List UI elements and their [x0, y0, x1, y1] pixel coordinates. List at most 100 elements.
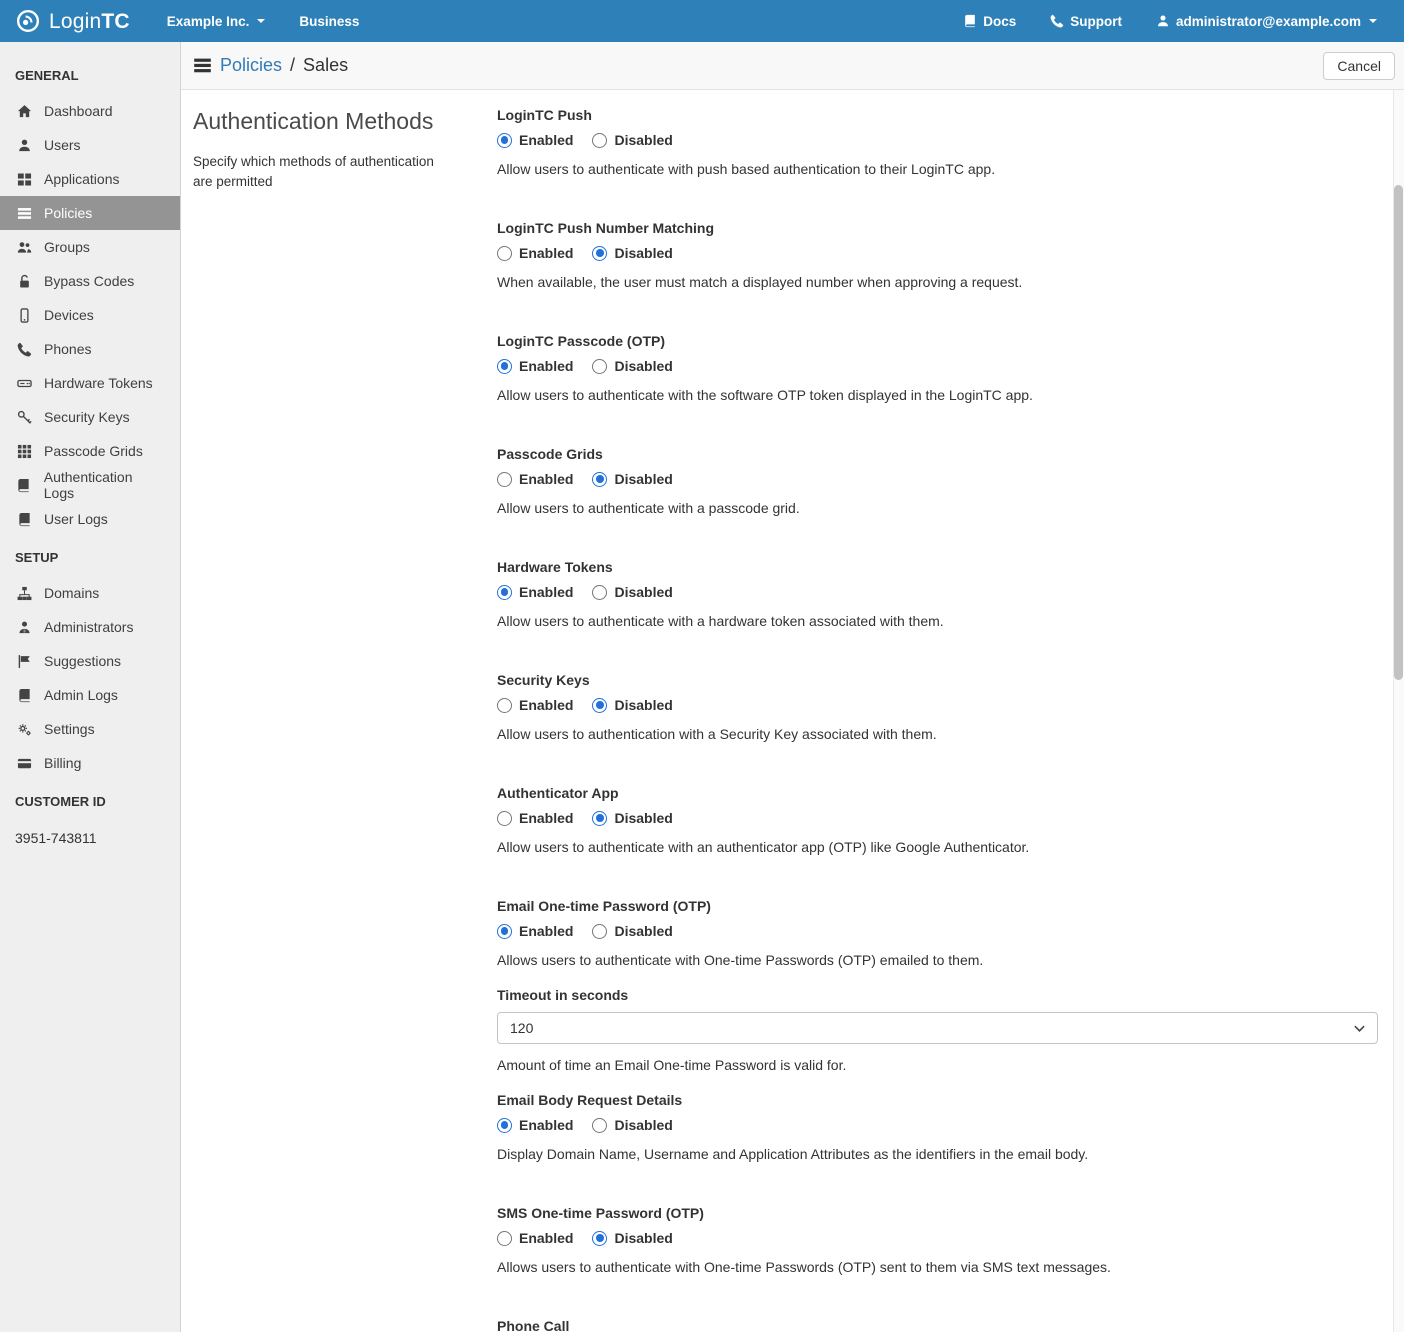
- radio-hardware-tokens-disabled[interactable]: Disabled: [592, 584, 672, 600]
- apps-grid-icon: [15, 172, 33, 187]
- policy-email-one-time-password-otp: Email One-time Password (OTP)EnabledDisa…: [497, 898, 1378, 971]
- account-menu[interactable]: administrator@example.com: [1139, 0, 1394, 42]
- radio-logintc-push-disabled[interactable]: Disabled: [592, 132, 672, 148]
- sidebar-item-label: Devices: [44, 307, 94, 323]
- book-icon: [15, 512, 33, 527]
- policy-label: LoginTC Passcode (OTP): [497, 333, 1378, 349]
- scrollbar-thumb[interactable]: [1394, 185, 1403, 680]
- radio-logintc-push-number-matching-disabled[interactable]: Disabled: [592, 245, 672, 261]
- radio-email-body-request-details-disabled[interactable]: Disabled: [592, 1117, 672, 1133]
- sidebar: GENERAL Dashboard UsersApplications Policie…: [0, 42, 181, 1332]
- page-header: Policies / Sales Cancel: [181, 42, 1404, 90]
- radio-email-body-request-details-enabled[interactable]: Enabled: [497, 1117, 573, 1133]
- radio-email-one-time-password-otp-enabled[interactable]: Enabled: [497, 923, 573, 939]
- radio-passcode-grids-enabled[interactable]: Enabled: [497, 471, 573, 487]
- sidebar-item-applications[interactable]: Applications: [0, 162, 180, 196]
- sidebar-item-label: Security Keys: [44, 409, 130, 425]
- sidebar-item-phones[interactable]: Phones: [0, 332, 180, 366]
- sidebar-item-security-keys[interactable]: Security Keys: [0, 400, 180, 434]
- sidebar-item-groups[interactable]: Groups: [0, 230, 180, 264]
- policy-help-text: Allow users to authenticate with push ba…: [497, 159, 1378, 180]
- caret-down-icon: [257, 19, 265, 23]
- sidebar-item-label: Admin Logs: [44, 687, 118, 703]
- nav-docs[interactable]: Docs: [946, 0, 1033, 42]
- brand-text: LoginTC: [49, 11, 130, 32]
- sidebar-item-label: Dashboard: [44, 103, 113, 119]
- radio-circle: [592, 585, 607, 600]
- radio-option-label: Disabled: [614, 810, 672, 826]
- sidebar-item-settings[interactable]: Settings: [0, 712, 180, 746]
- nav-support[interactable]: Support: [1033, 0, 1139, 42]
- sidebar-item-label: Suggestions: [44, 653, 121, 669]
- mobile-icon: [15, 308, 33, 323]
- radio-group-email-one-time-password-otp: Enabled Disabled: [497, 923, 1378, 939]
- radio-option-label: Enabled: [519, 1117, 573, 1133]
- radio-authenticator-app-enabled[interactable]: Enabled: [497, 810, 573, 826]
- radio-option-label: Disabled: [614, 1117, 672, 1133]
- cancel-button[interactable]: Cancel: [1323, 52, 1395, 80]
- sidebar-item-admin-logs[interactable]: Admin Logs: [0, 678, 180, 712]
- sidebar-section-header: GENERAL: [0, 54, 180, 94]
- radio-security-keys-disabled[interactable]: Disabled: [592, 697, 672, 713]
- radio-group-email-body-request-details: Enabled Disabled: [497, 1117, 1378, 1133]
- policy-help-text: Allow users to authentication with a Sec…: [497, 724, 1378, 745]
- radio-group-security-keys: Enabled Disabled: [497, 697, 1378, 713]
- radio-authenticator-app-disabled[interactable]: Disabled: [592, 810, 672, 826]
- radio-circle: [592, 698, 607, 713]
- hardware-token-icon: [15, 376, 33, 391]
- sidebar-item-billing[interactable]: Billing: [0, 746, 180, 780]
- sidebar-item-hardware-tokens[interactable]: Hardware Tokens: [0, 366, 180, 400]
- radio-sms-one-time-password-otp-enabled[interactable]: Enabled: [497, 1230, 573, 1246]
- policy-label: SMS One-time Password (OTP): [497, 1205, 1378, 1221]
- policy-email-body-request-details: Email Body Request Details Enabled Disable…: [497, 1092, 1378, 1165]
- radio-option-label: Enabled: [519, 358, 573, 374]
- customer-id-value: 3951-743811: [0, 820, 180, 856]
- sidebar-item-policies[interactable]: Policies: [0, 196, 180, 230]
- sidebar-item-bypass-codes[interactable]: Bypass Codes: [0, 264, 180, 298]
- sidebar-item-dashboard[interactable]: Dashboard: [0, 94, 180, 128]
- radio-hardware-tokens-enabled[interactable]: Enabled: [497, 584, 573, 600]
- radio-logintc-push-number-matching-enabled[interactable]: Enabled: [497, 245, 573, 261]
- sidebar-item-passcode-grids[interactable]: Passcode Grids: [0, 434, 180, 468]
- sidebar-item-users[interactable]: Users: [0, 128, 180, 162]
- radio-option-label: Disabled: [614, 132, 672, 148]
- logintc-brand[interactable]: LoginTC: [0, 9, 150, 33]
- sidebar-item-suggestions[interactable]: Suggestions: [0, 644, 180, 678]
- logintc-logo-icon: [16, 9, 40, 33]
- org-menu[interactable]: Example Inc.: [150, 0, 283, 42]
- nav-business[interactable]: Business: [282, 0, 376, 42]
- top-navbar: LoginTC Example Inc. Business Docs Suppo…: [0, 0, 1404, 42]
- radio-option-label: Enabled: [519, 245, 573, 261]
- sidebar-item-label: Groups: [44, 239, 90, 255]
- radio-group-hardware-tokens: Enabled Disabled: [497, 584, 1378, 600]
- radio-group-sms-one-time-password-otp: Enabled Disabled: [497, 1230, 1378, 1246]
- timeout-in-seconds-select[interactable]: 120: [497, 1012, 1378, 1044]
- radio-logintc-push-enabled[interactable]: Enabled: [497, 132, 573, 148]
- policy-label: Email Body Request Details: [497, 1092, 1378, 1108]
- radio-sms-one-time-password-otp-disabled[interactable]: Disabled: [592, 1230, 672, 1246]
- book-icon: [963, 14, 977, 28]
- sidebar-item-domains[interactable]: Domains: [0, 576, 180, 610]
- sidebar-item-label: Policies: [44, 205, 92, 221]
- grid-icon: [15, 444, 33, 459]
- radio-security-keys-enabled[interactable]: Enabled: [497, 697, 573, 713]
- policy-security-keys: Security KeysEnabledDisabledAllow users …: [497, 672, 1378, 745]
- radio-option-label: Disabled: [614, 923, 672, 939]
- radio-email-one-time-password-otp-disabled[interactable]: Disabled: [592, 923, 672, 939]
- radio-circle: [592, 246, 607, 261]
- phone-icon: [1050, 14, 1064, 28]
- sidebar-item-administrators[interactable]: Administrators: [0, 610, 180, 644]
- radio-option-label: Enabled: [519, 1230, 573, 1246]
- radio-circle: [497, 133, 512, 148]
- radio-option-label: Disabled: [614, 471, 672, 487]
- radio-logintc-passcode-otp-disabled[interactable]: Disabled: [592, 358, 672, 374]
- policy-phone-call: Phone CallOne-stepOne-time Password (OTP…: [497, 1318, 1378, 1332]
- radio-passcode-grids-disabled[interactable]: Disabled: [592, 471, 672, 487]
- sidebar-item-authentication-logs[interactable]: Authentication Logs: [0, 468, 180, 502]
- sidebar-item-user-logs[interactable]: User Logs: [0, 502, 180, 536]
- sidebar-item-devices[interactable]: Devices: [0, 298, 180, 332]
- breadcrumb-policies-link[interactable]: Policies: [220, 55, 282, 76]
- radio-circle: [497, 1118, 512, 1133]
- scrollbar-track[interactable]: [1393, 90, 1404, 1332]
- radio-logintc-passcode-otp-enabled[interactable]: Enabled: [497, 358, 573, 374]
